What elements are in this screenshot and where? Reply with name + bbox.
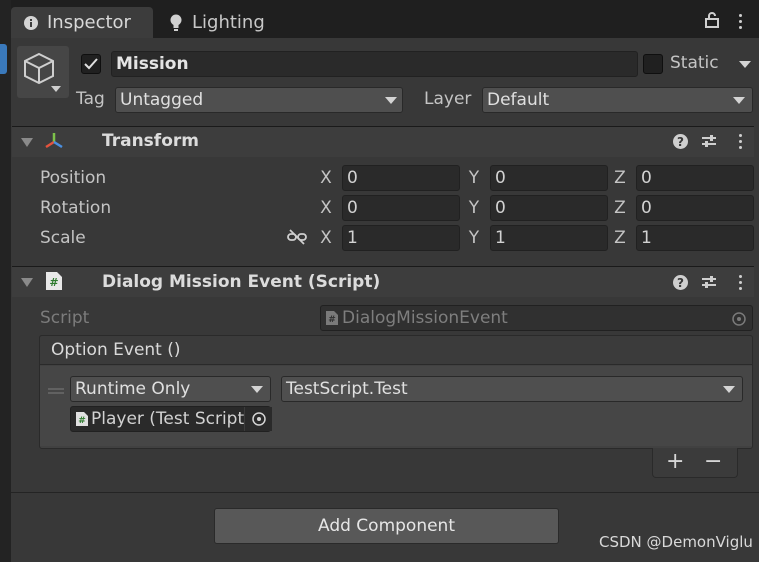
chevron-down-icon — [385, 97, 397, 104]
cube-icon — [24, 52, 61, 92]
script-component-title: Dialog Mission Event (Script) — [102, 272, 381, 292]
svg-text:#: # — [49, 276, 58, 289]
target-value: Player (Test Script) — [91, 409, 251, 429]
csharp-script-icon: # — [75, 411, 89, 427]
help-icon[interactable]: ? — [673, 275, 688, 290]
help-icon[interactable]: ? — [673, 134, 688, 149]
script-object-field: # DialogMissionEvent — [320, 305, 753, 331]
axis-x-label[interactable]: X — [318, 198, 334, 218]
static-dropdown-arrow-icon[interactable] — [739, 61, 751, 68]
link-broken-icon[interactable] — [287, 229, 307, 250]
watermark-text: CSDN @DemonViglu — [599, 533, 753, 551]
svg-text:#: # — [328, 315, 336, 325]
runtime-mode-value: Runtime Only — [75, 379, 191, 399]
tab-inspector-label: Inspector — [47, 12, 131, 33]
option-event-title: Option Event () — [51, 340, 181, 360]
presets-icon[interactable] — [701, 133, 717, 154]
script-label: Script — [40, 308, 90, 328]
axis-z-label[interactable]: Z — [612, 198, 628, 218]
target-object-field[interactable]: # Player (Test Script) — [70, 406, 271, 432]
tag-dropdown[interactable]: Untagged — [115, 87, 403, 113]
axis-y-label[interactable]: Y — [466, 228, 482, 248]
tag-value: Untagged — [120, 90, 204, 110]
script-value: DialogMissionEvent — [342, 308, 508, 328]
rotation-label: Rotation — [40, 198, 112, 218]
scale-z-input[interactable]: 1 — [636, 225, 754, 251]
tag-label: Tag — [76, 89, 105, 109]
foldout-arrow-icon[interactable] — [21, 278, 33, 287]
runtime-mode-dropdown[interactable]: Runtime Only — [70, 376, 271, 402]
lightbulb-icon — [164, 14, 188, 32]
function-value: TestScript.Test — [286, 379, 408, 399]
drag-handle-icon[interactable] — [48, 380, 64, 400]
rotation-x-input[interactable]: 0 — [342, 195, 460, 221]
svg-text:#: # — [78, 416, 86, 426]
inspector-panel — [11, 38, 759, 562]
axis-x-label[interactable]: X — [318, 228, 334, 248]
presets-icon[interactable] — [701, 274, 717, 295]
object-picker-icon[interactable] — [244, 407, 272, 431]
scale-x-input[interactable]: 1 — [342, 225, 460, 251]
transform-title: Transform — [102, 131, 199, 151]
add-component-button[interactable]: Add Component — [214, 508, 559, 544]
lock-icon[interactable] — [705, 12, 719, 33]
tab-menu-icon[interactable] — [738, 14, 742, 29]
layer-dropdown[interactable]: Default — [482, 87, 753, 113]
object-name-input[interactable]: Mission — [111, 51, 638, 77]
axis-z-label[interactable]: Z — [612, 228, 628, 248]
selection-indicator — [0, 44, 7, 74]
rotation-y-input[interactable]: 0 — [490, 195, 608, 221]
position-z-input[interactable]: 0 — [636, 165, 754, 191]
gameobject-icon-button[interactable] — [17, 46, 69, 98]
tab-lighting[interactable]: Lighting — [156, 7, 276, 38]
scale-label: Scale — [40, 228, 86, 248]
object-picker-icon — [731, 311, 747, 332]
csharp-script-icon: # — [325, 310, 339, 326]
active-checkbox[interactable] — [81, 54, 101, 74]
chevron-down-icon — [251, 386, 263, 393]
position-x-input[interactable]: 0 — [342, 165, 460, 191]
axis-z-label[interactable]: Z — [612, 168, 628, 188]
tab-lighting-label: Lighting — [192, 12, 265, 33]
add-listener-button[interactable]: + — [666, 449, 684, 474]
component-menu-icon[interactable] — [738, 134, 742, 149]
static-checkbox[interactable] — [643, 54, 663, 74]
left-panel-edge — [0, 0, 11, 562]
chevron-down-icon — [733, 97, 745, 104]
info-icon — [19, 15, 43, 31]
axis-y-label[interactable]: Y — [466, 168, 482, 188]
layer-label: Layer — [424, 89, 472, 109]
function-dropdown[interactable]: TestScript.Test — [281, 376, 743, 402]
remove-listener-button[interactable]: − — [704, 449, 722, 474]
position-label: Position — [40, 168, 107, 188]
list-add-remove-footer — [652, 448, 738, 478]
divider — [11, 492, 759, 493]
static-label: Static — [670, 53, 719, 73]
axis-y-label[interactable]: Y — [466, 198, 482, 218]
position-y-input[interactable]: 0 — [490, 165, 608, 191]
transform-icon — [43, 131, 65, 156]
axis-x-label[interactable]: X — [318, 168, 334, 188]
csharp-script-icon: # — [45, 271, 63, 296]
scale-y-input[interactable]: 1 — [490, 225, 608, 251]
foldout-arrow-icon[interactable] — [21, 138, 33, 147]
chevron-down-icon — [723, 386, 735, 393]
checkmark-icon — [84, 58, 98, 70]
layer-value: Default — [487, 90, 550, 110]
rotation-z-input[interactable]: 0 — [636, 195, 754, 221]
component-menu-icon[interactable] — [738, 275, 742, 290]
tab-inspector[interactable]: Inspector — [11, 7, 153, 38]
